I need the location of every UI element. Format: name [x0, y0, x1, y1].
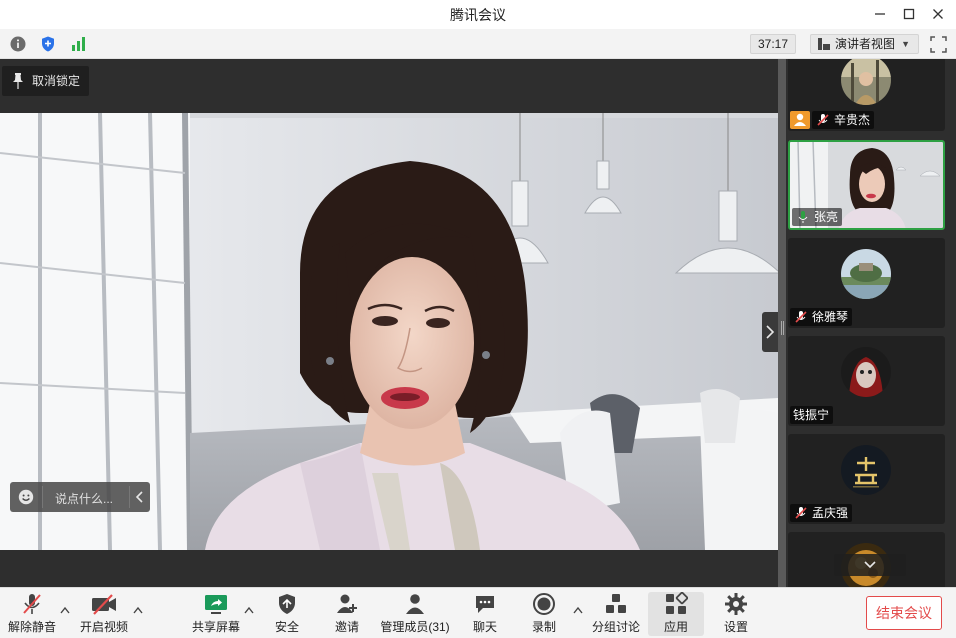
- avatar: [841, 347, 891, 397]
- avatar: [841, 249, 891, 299]
- participant-tile[interactable]: 孟庆强: [788, 434, 945, 524]
- settings-button[interactable]: 设置: [717, 592, 755, 636]
- main-stage: 取消锁定 说点什么...: [0, 59, 778, 587]
- chat-input-bar[interactable]: 说点什么...: [10, 482, 150, 512]
- participant-tile-active[interactable]: 张亮: [788, 140, 945, 230]
- security-label: 安全: [274, 620, 299, 634]
- apps-grid-icon: [666, 592, 688, 614]
- end-meeting-button[interactable]: 结束会议: [866, 596, 942, 630]
- chat-icon: [476, 596, 494, 613]
- start-video-label: 开启视频: [79, 620, 128, 634]
- participant-name: 辛贵杰: [834, 113, 871, 127]
- invite-label: 邀请: [334, 620, 359, 634]
- settings-label: 设置: [723, 620, 748, 634]
- participant-nametag: 钱振宁: [790, 406, 834, 424]
- pin-icon: [13, 73, 23, 89]
- splitter-grip[interactable]: [781, 321, 784, 335]
- chevron-up-icon[interactable]: [244, 606, 254, 614]
- signal-icon[interactable]: [70, 35, 88, 53]
- chevron-down-icon: ▼: [901, 39, 910, 49]
- share-screen-label: 共享屏幕: [191, 620, 240, 634]
- gear-icon: [725, 593, 747, 615]
- apps-button[interactable]: 应用: [648, 592, 704, 636]
- participant-panel: 辛贵杰 张亮 徐雅琴 钱振宁 孟庆强: [786, 59, 956, 587]
- user-icon: [794, 113, 806, 126]
- camera-off-icon: [92, 594, 116, 615]
- unpin-button[interactable]: 取消锁定: [2, 66, 89, 96]
- mic-active-icon: [798, 211, 808, 223]
- record-icon: [533, 593, 555, 615]
- apps-label: 应用: [663, 620, 688, 634]
- chevron-up-icon[interactable]: [60, 606, 70, 614]
- breakout-rooms-label: 分组讨论: [591, 620, 640, 634]
- participant-nametag: 孟庆强: [790, 504, 853, 522]
- close-button[interactable]: [927, 4, 949, 24]
- mic-muted-icon: [817, 114, 829, 126]
- avatar: [841, 445, 891, 495]
- chat-placeholder[interactable]: 说点什么...: [55, 490, 113, 507]
- panel-splitter[interactable]: [778, 59, 786, 587]
- participant-name: 钱振宁: [793, 408, 830, 422]
- mic-muted-icon: [23, 594, 41, 614]
- share-screen-icon: [205, 595, 227, 614]
- scroll-down-button[interactable]: [834, 554, 906, 576]
- chevron-right-icon: [766, 325, 775, 339]
- unmute-label: 解除静音: [7, 620, 56, 634]
- participant-name: 孟庆强: [812, 506, 849, 520]
- invite-button[interactable]: 邀请: [328, 592, 366, 636]
- chevron-up-icon[interactable]: [573, 606, 583, 614]
- host-badge: [790, 111, 810, 129]
- members-icon: [406, 594, 424, 614]
- breakout-icon: [606, 594, 626, 613]
- chat-button[interactable]: 聊天: [466, 592, 504, 636]
- avatar: [841, 59, 891, 105]
- participant-nametag: 辛贵杰: [812, 111, 875, 129]
- minimize-icon: [875, 13, 885, 15]
- mic-muted-icon: [795, 311, 807, 323]
- chat-divider-right: [129, 486, 130, 508]
- unmute-button[interactable]: 解除静音: [6, 592, 58, 636]
- chevron-left-icon[interactable]: [134, 489, 146, 505]
- maximize-icon: [903, 8, 915, 20]
- participant-tile[interactable]: 辛贵杰: [788, 59, 945, 131]
- manage-members-button[interactable]: 管理成员(31): [380, 592, 450, 636]
- record-label: 录制: [531, 620, 556, 634]
- shield-icon: [279, 594, 295, 614]
- meeting-toolbar: 解除静音 开启视频 共享屏幕 安全 邀请 管理成员(31) 聊天 录制 分组讨论…: [0, 587, 956, 638]
- mic-muted-icon: [795, 507, 807, 519]
- view-mode-label: 演讲者视图: [835, 37, 896, 51]
- chevron-up-icon[interactable]: [133, 606, 143, 614]
- participant-tile[interactable]: 徐雅琴: [788, 238, 945, 328]
- breakout-rooms-button[interactable]: 分组讨论: [590, 592, 642, 636]
- share-screen-button[interactable]: 共享屏幕: [190, 592, 242, 636]
- participant-name: 徐雅琴: [812, 310, 849, 324]
- title-bar: 腾讯会议: [0, 0, 956, 29]
- participant-name: 张亮: [814, 210, 839, 224]
- chat-divider: [42, 486, 43, 508]
- security-button[interactable]: 安全: [268, 592, 306, 636]
- close-icon: [933, 9, 943, 19]
- view-mode-dropdown[interactable]: 演讲者视图 ▼: [810, 34, 919, 54]
- participant-nametag: 张亮: [792, 208, 843, 226]
- collapse-panel-button[interactable]: [762, 312, 778, 352]
- start-video-button[interactable]: 开启视频: [78, 592, 130, 636]
- chat-label: 聊天: [472, 620, 497, 634]
- minimize-button[interactable]: [869, 4, 891, 24]
- record-button[interactable]: 录制: [525, 592, 563, 636]
- layout-icon: [818, 38, 830, 50]
- participant-tile[interactable]: 钱振宁: [788, 336, 945, 426]
- shield-icon[interactable]: [39, 35, 57, 53]
- unpin-label: 取消锁定: [32, 74, 81, 88]
- chevron-down-icon: [864, 561, 876, 569]
- window-title: 腾讯会议: [450, 7, 506, 23]
- meeting-info-bar: 37:17 演讲者视图 ▼: [0, 29, 956, 59]
- fullscreen-icon[interactable]: [930, 36, 947, 53]
- manage-members-label: 管理成员(31): [380, 620, 450, 634]
- maximize-button[interactable]: [898, 4, 920, 24]
- add-user-icon: [337, 594, 357, 613]
- meeting-timer: 37:17: [750, 34, 796, 54]
- participant-nametag: 徐雅琴: [790, 308, 853, 326]
- emoji-icon[interactable]: [18, 489, 34, 505]
- info-icon[interactable]: [9, 35, 27, 53]
